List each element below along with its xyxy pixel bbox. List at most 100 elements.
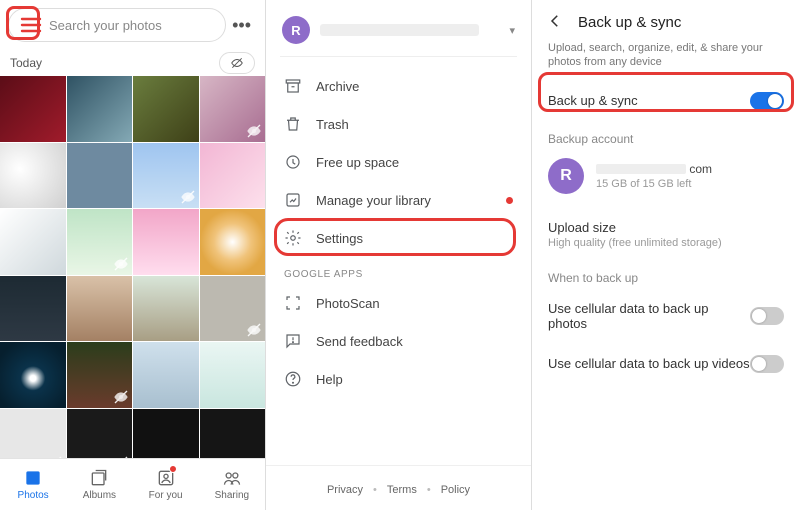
albums-icon xyxy=(89,468,109,488)
row-label: Use cellular data to back up videos xyxy=(548,356,750,371)
photos-icon xyxy=(23,468,43,488)
free-up-space-icon xyxy=(284,153,302,171)
menu-label: Trash xyxy=(316,117,349,132)
photo-tile[interactable] xyxy=(0,76,66,142)
eye-off-icon xyxy=(113,256,129,272)
avatar: R xyxy=(282,16,310,44)
photo-tile[interactable] xyxy=(0,276,66,342)
photo-tile[interactable] xyxy=(133,143,199,209)
nav-photos[interactable]: Photos xyxy=(0,459,66,510)
section-label: Today xyxy=(10,56,42,70)
cellular-photos-row[interactable]: Use cellular data to back up photos xyxy=(532,289,800,343)
upload-size-row[interactable]: Upload size High quality (free unlimited… xyxy=(532,208,800,261)
photo-tile[interactable] xyxy=(67,342,133,408)
account-text: com 15 GB of 15 GB left xyxy=(596,162,712,190)
eye-off-icon xyxy=(113,455,129,458)
row-label: Use cellular data to back up photos xyxy=(548,301,750,331)
notification-dot-icon xyxy=(169,465,177,473)
notification-dot-icon xyxy=(506,197,513,204)
nav-sharing[interactable]: Sharing xyxy=(199,459,265,510)
help-icon xyxy=(284,370,302,388)
nav-label: Photos xyxy=(18,490,49,501)
row-label: Back up & sync xyxy=(548,93,638,108)
photo-tile[interactable] xyxy=(67,276,133,342)
menu-help[interactable]: Help xyxy=(266,360,531,398)
photo-tile[interactable] xyxy=(200,409,266,459)
link-terms[interactable]: Terms xyxy=(387,484,417,496)
toggle-switch[interactable] xyxy=(750,355,784,373)
account-selector[interactable]: R ▾ xyxy=(266,0,531,56)
photo-tile[interactable] xyxy=(200,276,266,342)
eye-off-icon xyxy=(47,455,63,458)
section-label: Backup account xyxy=(532,122,800,150)
link-privacy[interactable]: Privacy xyxy=(327,484,363,496)
manage-library-icon xyxy=(284,191,302,209)
photo-tile[interactable] xyxy=(133,409,199,459)
menu-label: Send feedback xyxy=(316,334,403,349)
photo-tile[interactable] xyxy=(67,76,133,142)
chevron-down-icon: ▾ xyxy=(509,24,515,37)
menu-trash[interactable]: Trash xyxy=(266,105,531,143)
photos-app-screen: Search your photos ••• Today xyxy=(0,0,266,510)
eye-off-icon xyxy=(113,389,129,405)
menu-free-up-space[interactable]: Free up space xyxy=(266,143,531,181)
eye-off-icon xyxy=(246,123,262,139)
photo-tile[interactable] xyxy=(200,342,266,408)
section-header: GOOGLE APPS xyxy=(266,257,531,284)
separator-dot-icon: • xyxy=(427,484,431,496)
photo-tile[interactable] xyxy=(133,342,199,408)
photo-tile[interactable] xyxy=(67,209,133,275)
photo-tile[interactable] xyxy=(67,143,133,209)
photoscan-icon xyxy=(284,294,302,312)
photo-tile[interactable] xyxy=(0,409,66,459)
menu-manage-library[interactable]: Manage your library xyxy=(266,181,531,219)
backup-sync-screen: Back up & sync Upload, search, organize,… xyxy=(532,0,800,510)
email-redacted xyxy=(596,164,686,174)
feedback-icon xyxy=(284,332,302,350)
search-input[interactable]: Search your photos xyxy=(8,8,226,42)
menu-label: Manage your library xyxy=(316,193,431,208)
toggle-switch[interactable] xyxy=(750,92,784,110)
photo-tile[interactable] xyxy=(200,143,266,209)
nav-albums[interactable]: Albums xyxy=(66,459,132,510)
search-placeholder: Search your photos xyxy=(49,18,162,33)
toggle-switch[interactable] xyxy=(750,307,784,325)
photo-tile[interactable] xyxy=(133,276,199,342)
row-label: Upload size xyxy=(548,220,616,235)
photo-tile[interactable] xyxy=(0,342,66,408)
menu-photoscan[interactable]: PhotoScan xyxy=(266,284,531,322)
nav-label: For you xyxy=(149,490,183,501)
page-title: Back up & sync xyxy=(578,14,681,31)
row-sub: High quality (free unlimited storage) xyxy=(548,237,784,249)
menu-label: PhotoScan xyxy=(316,296,380,311)
account-name-redacted xyxy=(320,24,479,36)
storage-line: 15 GB of 15 GB left xyxy=(596,178,712,190)
photo-tile[interactable] xyxy=(0,143,66,209)
divider xyxy=(280,56,517,57)
photo-grid xyxy=(0,76,265,458)
nav-for-you[interactable]: For you xyxy=(133,459,199,510)
menu-send-feedback[interactable]: Send feedback xyxy=(266,322,531,360)
account-row[interactable]: R com 15 GB of 15 GB left xyxy=(532,150,800,208)
back-button[interactable] xyxy=(546,12,564,33)
photo-tile[interactable] xyxy=(133,209,199,275)
photo-tile[interactable] xyxy=(0,209,66,275)
menu-list: Archive Trash Free up space Manage your … xyxy=(266,63,531,465)
avatar: R xyxy=(548,158,584,194)
cellular-videos-row[interactable]: Use cellular data to back up videos xyxy=(532,343,800,385)
menu-settings[interactable]: Settings xyxy=(266,219,531,257)
photo-tile[interactable] xyxy=(200,76,266,142)
section-label: When to back up xyxy=(532,261,800,289)
overflow-icon[interactable]: ••• xyxy=(232,15,257,36)
menu-label: Settings xyxy=(316,231,363,246)
photo-tile[interactable] xyxy=(133,76,199,142)
page-subtitle: Upload, search, organize, edit, & share … xyxy=(532,41,800,80)
link-policy[interactable]: Policy xyxy=(441,484,470,496)
photo-tile[interactable] xyxy=(67,409,133,459)
menu-archive[interactable]: Archive xyxy=(266,67,531,105)
photo-tile[interactable] xyxy=(200,209,266,275)
backup-sync-toggle-row[interactable]: Back up & sync xyxy=(532,80,800,122)
separator-dot-icon: • xyxy=(373,484,377,496)
hide-toggle-button[interactable] xyxy=(219,52,255,74)
menu-icon[interactable] xyxy=(19,13,43,37)
